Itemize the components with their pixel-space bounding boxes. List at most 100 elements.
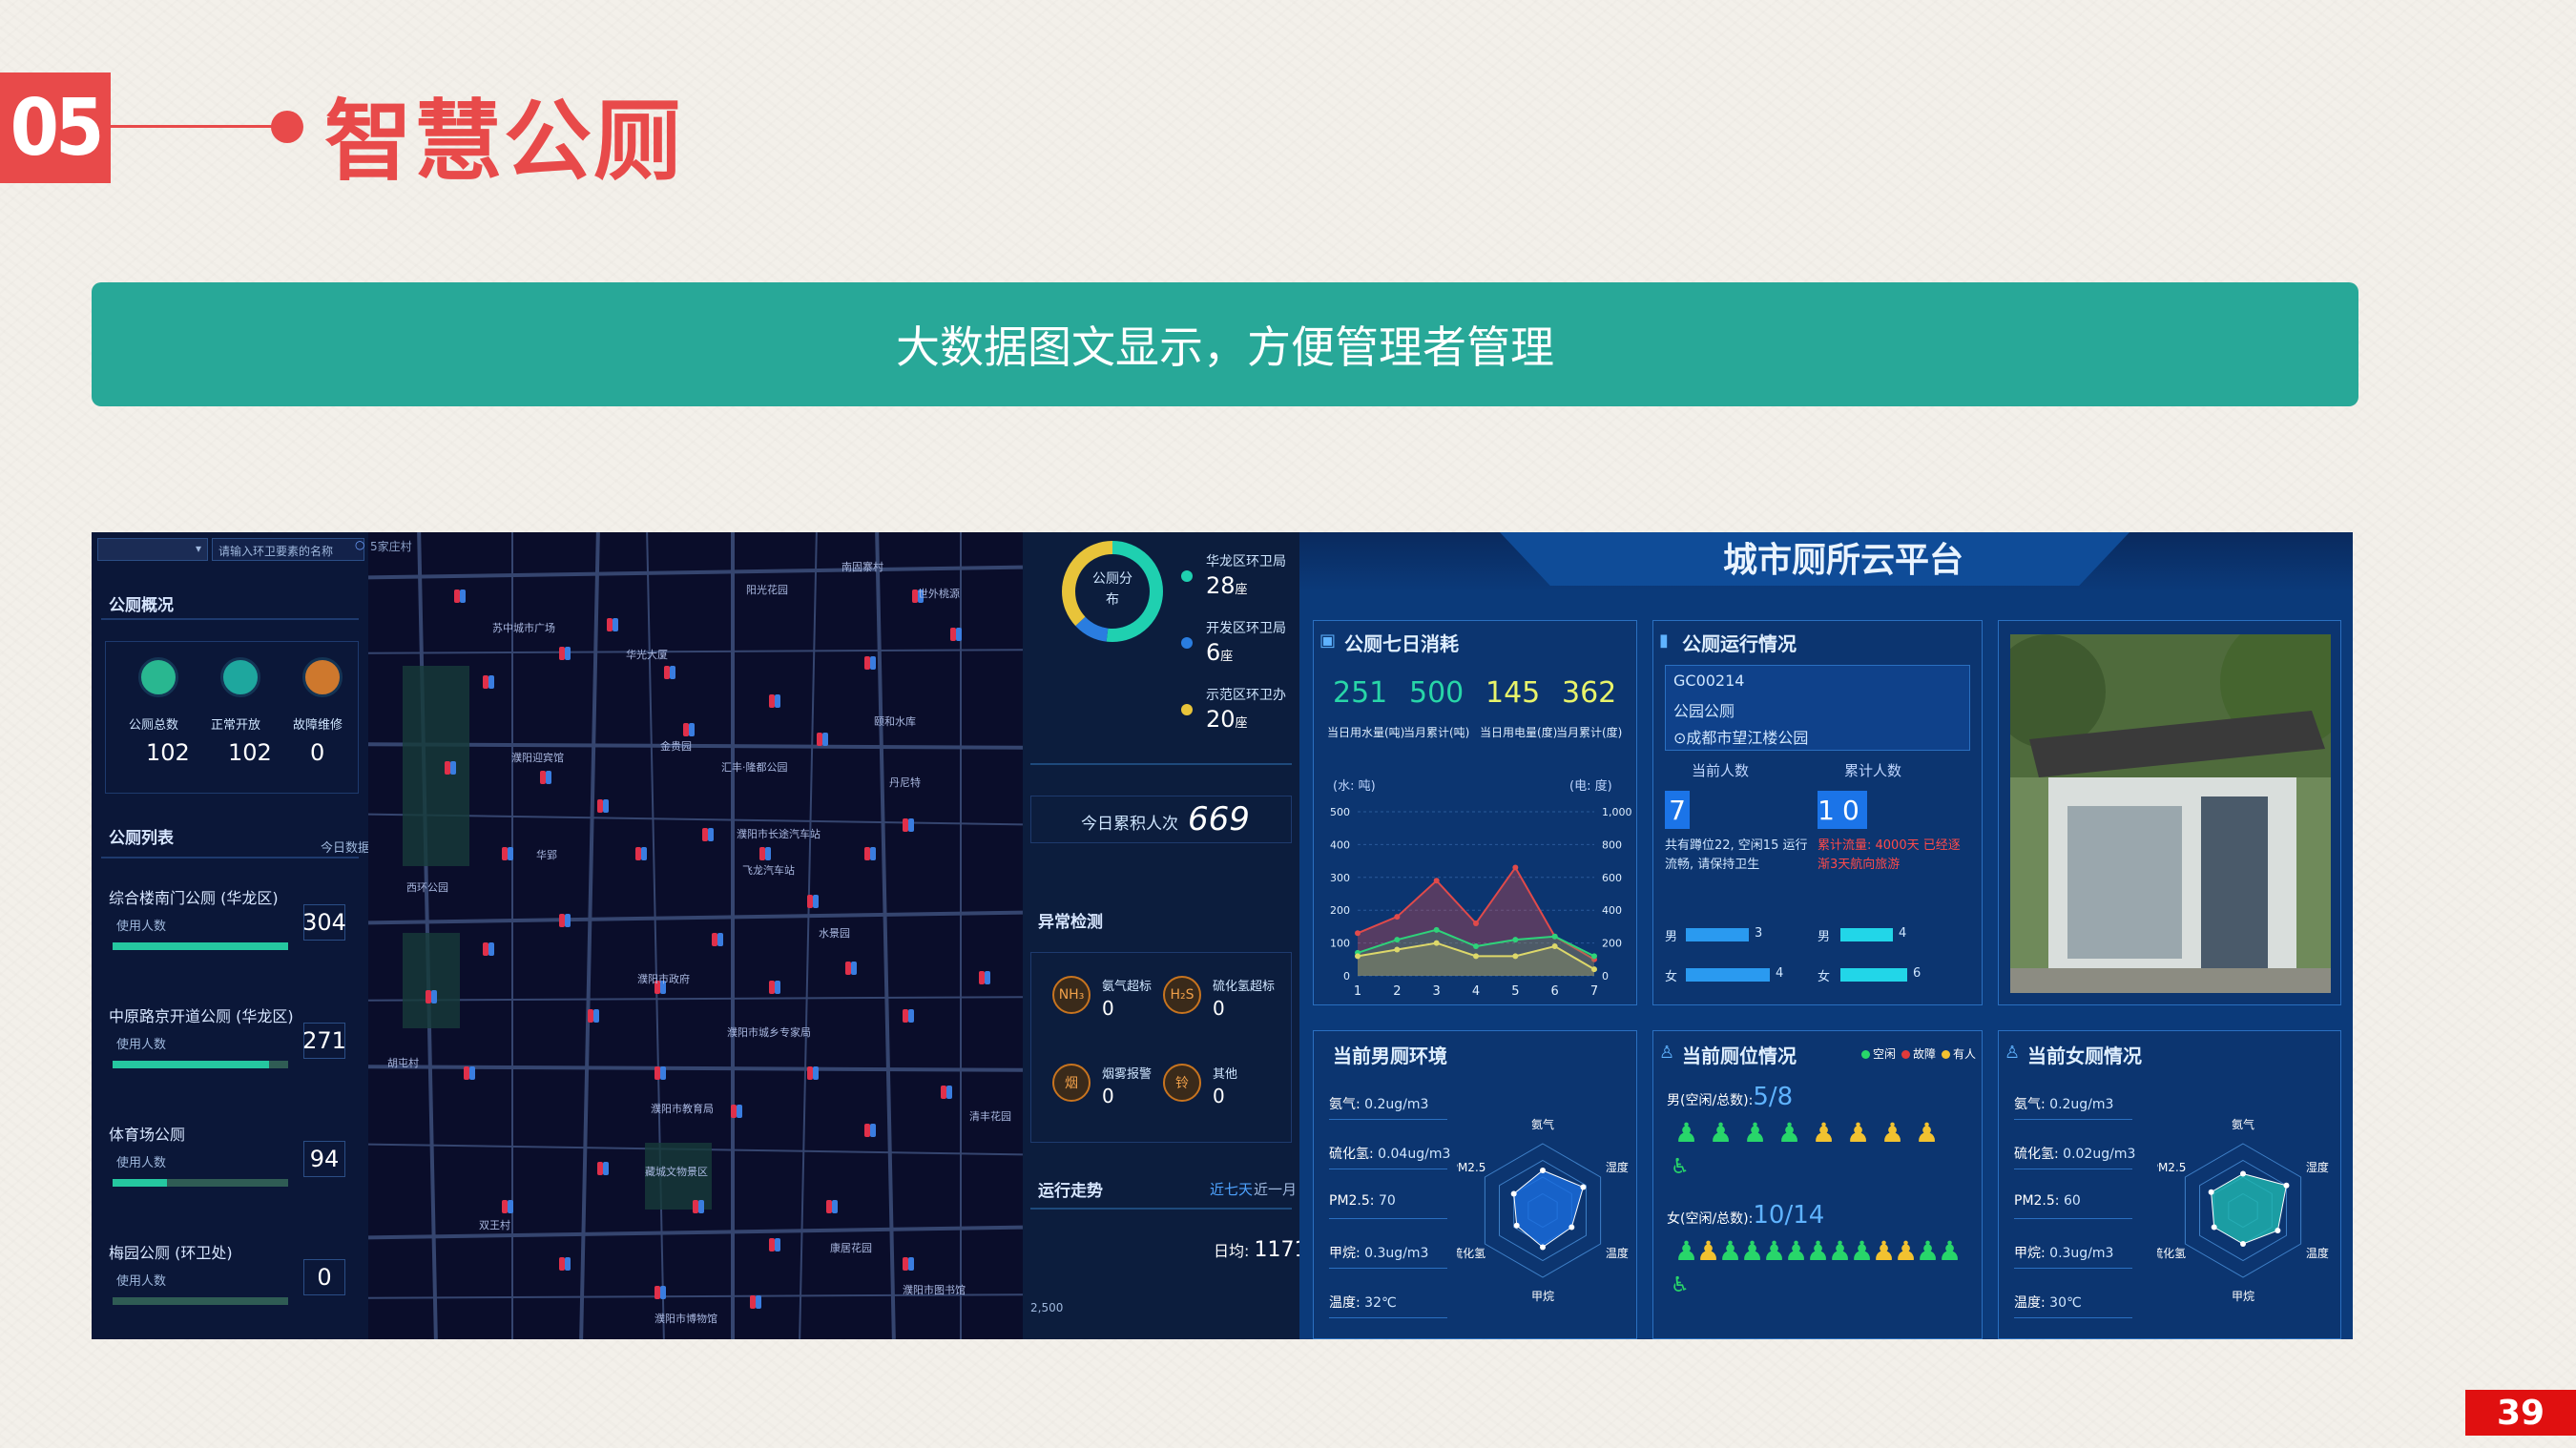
location-tag: 5家庄村 xyxy=(370,540,412,553)
map-road xyxy=(368,565,1023,580)
toilet-marker[interactable] xyxy=(593,1009,599,1023)
toilet-marker[interactable] xyxy=(822,733,828,746)
toilet-marker[interactable] xyxy=(508,1200,513,1213)
x-tick: 2 xyxy=(1393,984,1401,999)
toilet-marker[interactable] xyxy=(508,847,513,860)
left-axis-unit: (水: 吨) xyxy=(1333,779,1376,794)
toilet-marker[interactable] xyxy=(488,675,494,689)
tab-last-7-days[interactable]: 近七天 xyxy=(1210,1179,1253,1199)
toilet-marker[interactable] xyxy=(565,647,571,660)
toilet-marker[interactable] xyxy=(689,723,695,736)
env-reading: 硫化氢: 0.04ug/m3 xyxy=(1329,1144,1450,1163)
y-tick-right: 800 xyxy=(1602,838,1622,851)
toilet-marker[interactable] xyxy=(460,590,466,603)
location-pin-icon: ⊙ xyxy=(1673,729,1687,747)
y-tick-right: 600 xyxy=(1602,872,1622,884)
series-point xyxy=(1551,943,1558,950)
toilet-name[interactable]: 综合楼南门公厕 (华龙区) xyxy=(109,885,279,908)
env-reading: PM2.5: 60 xyxy=(2014,1193,2081,1209)
search-icon[interactable]: ○ xyxy=(355,538,364,551)
series-point xyxy=(1394,937,1401,943)
city-map[interactable]: 南固寨村 阳光花园 苏中城市广场 华光大厦 世外桃源 濮阳迎宾馆 金贵园 汇丰·隆都公园 丹尼特… xyxy=(367,532,1024,1339)
toilet-marker[interactable] xyxy=(775,981,780,994)
toilet-marker[interactable] xyxy=(737,1105,742,1118)
toilet-marker[interactable] xyxy=(775,1238,780,1251)
female-env-title: 当前女厕情况 xyxy=(2027,1045,2142,1067)
element-search-input[interactable]: 请输入环卫要素的名称 xyxy=(212,538,364,561)
kpi-label: 当月累计(度) xyxy=(1556,726,1623,739)
toilet-marker[interactable] xyxy=(832,1200,838,1213)
toilet-marker[interactable] xyxy=(908,1009,914,1023)
toilet-marker[interactable] xyxy=(956,628,962,641)
toilet-marker[interactable] xyxy=(908,1257,914,1271)
anomaly-title: 异常检测 xyxy=(1038,913,1103,932)
map-place-label: 苏中城市广场 xyxy=(492,622,555,634)
series-point xyxy=(1512,937,1519,943)
toilet-marker[interactable] xyxy=(870,1124,876,1137)
toilet-marker[interactable] xyxy=(603,1162,609,1175)
toilet-marker[interactable] xyxy=(670,666,675,679)
stall-icon: ♟ xyxy=(1762,1235,1787,1267)
toilet-name[interactable]: 中原路京开道公厕 (华龙区) xyxy=(109,1003,294,1026)
page-title: 智慧公厕 xyxy=(324,91,684,193)
stat-value: 102 xyxy=(228,739,272,766)
toilet-marker[interactable] xyxy=(565,914,571,927)
toilet-marker[interactable] xyxy=(813,1066,819,1080)
toilet-marker[interactable] xyxy=(488,942,494,956)
map-place-label: 康居花园 xyxy=(830,1242,872,1254)
toilet-marker[interactable] xyxy=(450,761,456,775)
toilet-marker[interactable] xyxy=(469,1066,475,1080)
section-number: 05 xyxy=(0,72,111,183)
toilet-marker[interactable] xyxy=(603,799,609,813)
map-place-label: 濮阳市图书馆 xyxy=(903,1284,966,1296)
env-reading-value: 0.2ug/m3 xyxy=(2049,1097,2114,1112)
district-count-value: 28 xyxy=(1206,572,1236,599)
toilet-marker[interactable] xyxy=(660,1066,666,1080)
toilet-marker[interactable] xyxy=(565,1257,571,1271)
legend-dot xyxy=(1901,1050,1910,1059)
usage-bar-fill xyxy=(113,1179,168,1187)
radar-axis-label: 氨气 xyxy=(2232,1117,2254,1131)
env-reading-label: 甲烷: xyxy=(1329,1246,1365,1261)
env-reading-label: 硫化氢: xyxy=(1329,1147,1379,1162)
toilet-marker[interactable] xyxy=(908,818,914,832)
district-select[interactable]: ▾ xyxy=(97,538,208,561)
map-place-label: 濮阳市城乡专家局 xyxy=(727,1026,811,1039)
toilet-marker[interactable] xyxy=(431,990,437,1003)
toilet-marker[interactable] xyxy=(546,771,551,784)
toilet-marker[interactable] xyxy=(870,656,876,670)
toilet-marker[interactable] xyxy=(756,1295,761,1309)
toilet-marker[interactable] xyxy=(765,847,771,860)
env-reading-value: 0.3ug/m3 xyxy=(1364,1246,1429,1261)
map-place-label: 世外桃源 xyxy=(918,588,960,600)
series-point xyxy=(1355,953,1361,960)
radar-axis-label: PM2.5 xyxy=(2157,1161,2186,1174)
toilet-marker[interactable] xyxy=(851,962,857,975)
toilet-marker[interactable] xyxy=(660,1286,666,1299)
toilet-info-box: GC00214 公园公厕 ⊙成都市望江楼公园 xyxy=(1665,665,1970,751)
toilet-marker[interactable] xyxy=(946,1086,952,1099)
toilet-marker[interactable] xyxy=(698,1200,704,1213)
tab-last-month[interactable]: 近一月 xyxy=(1254,1179,1297,1199)
toilet-marker[interactable] xyxy=(613,618,618,631)
toilet-name[interactable]: 体育场公厕 xyxy=(109,1122,185,1145)
stall-icon: ♟ xyxy=(1916,1235,1941,1267)
toilet-name[interactable]: 梅园公厕 (环卫处) xyxy=(109,1240,233,1263)
donut-center-label: 公厕分布 xyxy=(1092,571,1132,608)
toilet-marker[interactable] xyxy=(813,895,819,908)
divider xyxy=(101,618,359,620)
series-point xyxy=(1433,926,1440,933)
toilet-marker[interactable] xyxy=(708,828,714,841)
anomaly-icon: NH₃ xyxy=(1052,976,1091,1014)
toilet-marker[interactable] xyxy=(775,694,780,708)
district-name: 开发区环卫局 xyxy=(1206,621,1286,636)
radar-point xyxy=(1540,1244,1546,1251)
toilet-marker[interactable] xyxy=(717,933,723,946)
map-place-label: 濮阳迎宾馆 xyxy=(511,752,564,764)
female-radar-chart: 氨气湿度温度甲烷 硫化氢 PM2.5 xyxy=(2157,1117,2329,1303)
list-filter[interactable]: 今日数据 xyxy=(321,838,370,856)
toilet-marker[interactable] xyxy=(870,847,876,860)
toilet-marker[interactable] xyxy=(641,847,647,860)
toilet-marker[interactable] xyxy=(985,971,990,984)
trend-title: 运行走势 xyxy=(1038,1182,1103,1201)
